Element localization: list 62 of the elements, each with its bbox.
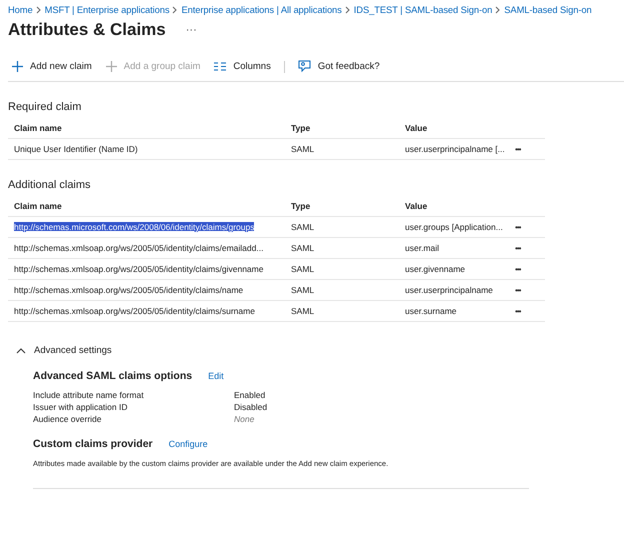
breadcrumb-link[interactable]: MSFT | Enterprise applications	[44, 4, 170, 15]
claim-type: SAML	[291, 285, 314, 295]
column-header: Type	[291, 123, 310, 133]
breadcrumb-link[interactable]: IDS_TEST | SAML-based Sign-on	[354, 4, 492, 15]
claim-value: user.mail	[405, 243, 440, 253]
claim-value: user.givenname	[405, 264, 466, 274]
claim-value: user.surname	[405, 306, 456, 316]
more-button[interactable]: •••	[515, 286, 520, 295]
claim-name: Unique User Identifier (Name ID)	[14, 144, 138, 154]
more-button[interactable]: •••	[515, 145, 520, 154]
feedback-button[interactable]: Got feedback?	[294, 58, 384, 75]
section-title: Additional claims	[8, 179, 92, 191]
claim-value: user.groups [Application...	[405, 222, 503, 232]
subsection-title: Custom claims provider	[33, 438, 153, 450]
claim-type: SAML	[291, 264, 314, 274]
subsection-title: Advanced SAML claims options	[33, 370, 192, 382]
claim-name: http://schemas.xmlsoap.org/ws/2005/05/identity/claims/emailadd...	[14, 243, 264, 253]
claim-name: http://schemas.xmlsoap.org/ws/2005/05/identity/claims/givenname	[14, 264, 264, 274]
breadcrumb-link[interactable]: SAML-based Sign-on	[504, 4, 592, 15]
chevron-right-icon	[36, 6, 42, 14]
column-header: Value	[405, 123, 428, 133]
setting-label: Issuer with application ID	[33, 402, 128, 412]
page-title: Attributes & Claims	[8, 20, 166, 40]
breadcrumb-link[interactable]: Enterprise applications | All applications	[181, 4, 342, 15]
column-header: Claim name	[14, 123, 62, 133]
more-button[interactable]: •••	[515, 307, 520, 316]
setting-value: None	[234, 414, 256, 424]
chevron-right-icon	[344, 6, 351, 14]
add-button[interactable]: Add new claim	[8, 59, 96, 74]
columns-icon	[214, 62, 226, 71]
more-button[interactable]: ···	[182, 24, 201, 36]
claim-name: http://schemas.xmlsoap.org/ws/2005/05/identity/claims/surname	[14, 306, 255, 316]
more-button[interactable]: •••	[515, 265, 520, 274]
section-title: Required claim	[8, 101, 82, 113]
column-header: Type	[291, 201, 310, 211]
chevron-icon	[16, 348, 26, 354]
speech-bubble-icon	[298, 60, 311, 73]
more-button[interactable]: •••	[515, 244, 520, 253]
breadcrumb-link[interactable]: Home	[8, 4, 33, 15]
setting-value: Enabled	[234, 390, 266, 400]
setting-value: Disabled	[234, 402, 268, 412]
chevron-right-icon	[172, 6, 178, 14]
more-button[interactable]: •••	[515, 223, 520, 232]
configure-link[interactable]: Configure	[168, 439, 208, 449]
setting-label: Include attribute name format	[33, 390, 145, 400]
claim-type: SAML	[291, 222, 314, 232]
column-header: Value	[405, 201, 428, 211]
chevron-right-icon	[495, 6, 502, 14]
claim-type: SAML	[291, 243, 314, 253]
claim-type: SAML	[291, 144, 314, 154]
claim-value: user.userprincipalname [...	[405, 144, 505, 154]
plus-icon	[12, 61, 23, 72]
column-header: Claim name	[14, 201, 62, 211]
setting-label: Audience override	[33, 414, 103, 424]
advanced-settings-toggle[interactable]: Advanced settings	[16, 345, 112, 356]
plus-icon	[106, 61, 117, 72]
claim-value: user.userprincipalname	[405, 285, 493, 295]
claim-type: SAML	[291, 306, 314, 316]
claim-name: http://schemas.xmlsoap.org/ws/2005/05/identity/claims/name	[14, 285, 244, 295]
claim-name: http://schemas.microsoft.com/ws/2008/06/identity/claims/groups	[14, 222, 254, 232]
edit-link[interactable]: Edit	[208, 371, 224, 381]
columns-button[interactable]: Columns	[210, 59, 275, 74]
